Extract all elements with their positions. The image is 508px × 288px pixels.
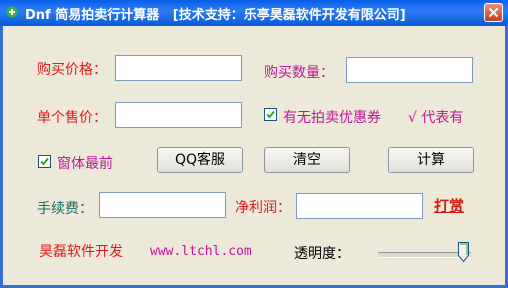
unit-price-label: 单个售价： <box>37 110 107 126</box>
buy-qty-input[interactable] <box>346 57 473 83</box>
title-bar: Dnf 简易拍卖行计算器 [技术支持：乐亭昊磊软件开发有限公司] <box>0 0 508 26</box>
topmost-label: 窗体最前 <box>57 156 113 172</box>
coupon-checkbox[interactable] <box>264 108 277 121</box>
calculate-button[interactable]: 计算 <box>388 147 474 173</box>
unit-price-input[interactable] <box>115 102 242 128</box>
close-icon <box>488 7 499 18</box>
fee-label: 手续费： <box>37 201 93 217</box>
client-area: 购买价格： 购买数量： 单个售价： 有无拍卖优惠券 √ 代表有 窗体最前 QQ客… <box>3 26 505 285</box>
developer-label: 昊磊软件开发 <box>39 244 123 260</box>
close-button[interactable] <box>484 3 503 22</box>
buy-price-label: 购买价格： <box>37 62 107 78</box>
checkmark-icon <box>40 157 49 166</box>
opacity-slider-thumb[interactable] <box>458 242 469 263</box>
coupon-label: 有无拍卖优惠券 <box>283 110 381 126</box>
profit-label: 净利润： <box>235 200 291 216</box>
buy-price-input[interactable] <box>115 55 242 81</box>
fee-input[interactable] <box>99 192 226 218</box>
app-icon <box>6 6 18 18</box>
clear-button[interactable]: 清空 <box>264 147 350 173</box>
qq-service-button[interactable]: QQ客服 <box>157 147 243 173</box>
topmost-checkbox[interactable] <box>38 155 51 168</box>
buy-qty-label: 购买数量： <box>264 65 334 81</box>
coupon-note: √ 代表有 <box>408 110 464 126</box>
opacity-label: 透明度： <box>294 246 350 262</box>
profit-input[interactable] <box>296 193 423 219</box>
website-link[interactable]: www.ltchl.com <box>150 244 252 259</box>
window-title: Dnf 简易拍卖行计算器 [技术支持：乐亭昊磊软件开发有限公司] <box>25 8 406 23</box>
tip-link[interactable]: 打赏 <box>434 195 464 216</box>
checkmark-icon <box>266 110 275 119</box>
